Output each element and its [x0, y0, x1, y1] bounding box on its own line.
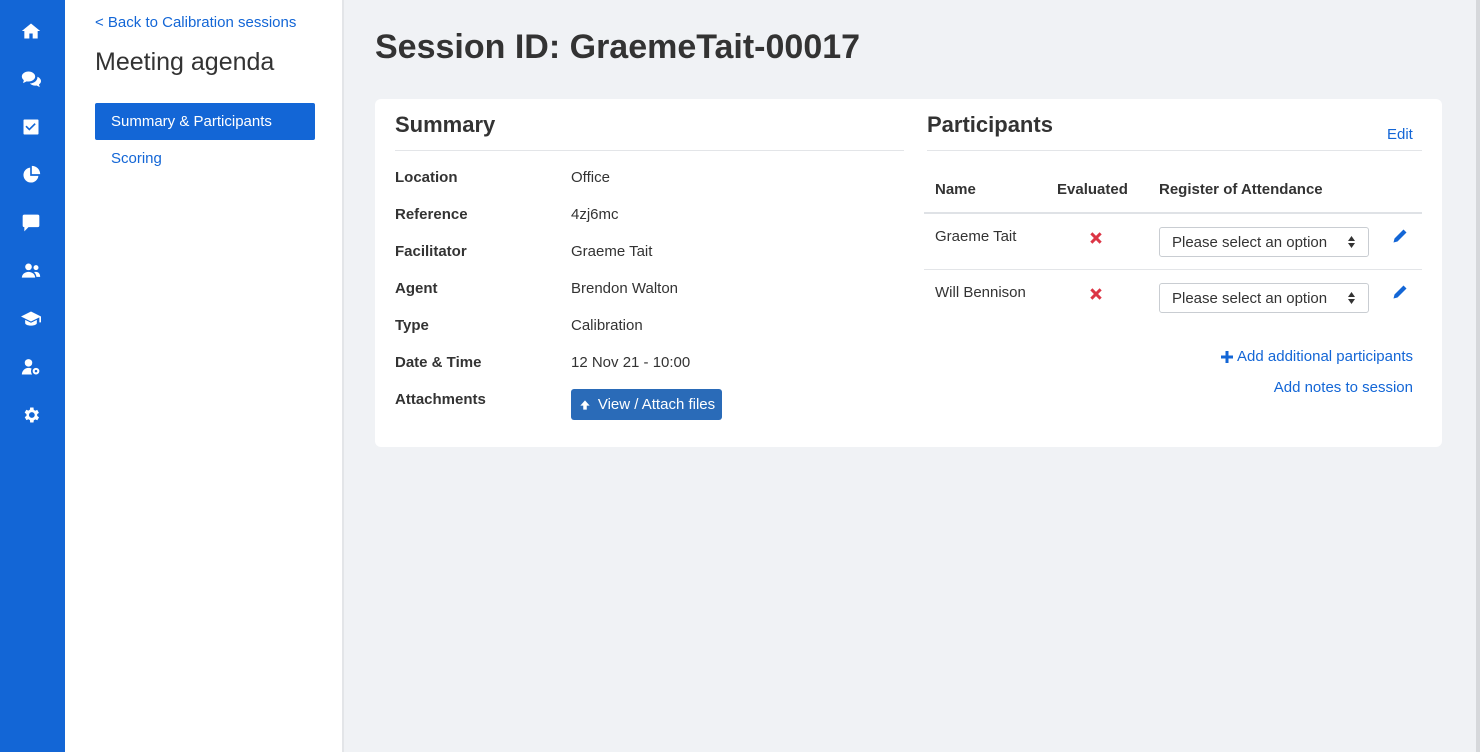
type-label: Type — [395, 317, 429, 334]
user-cog-icon[interactable] — [20, 356, 42, 378]
nav-scoring[interactable]: Scoring — [95, 140, 315, 177]
location-label: Location — [395, 169, 458, 186]
select-arrows-icon — [1348, 292, 1355, 304]
participants-heading: Participants — [927, 112, 1053, 137]
reference-label: Reference — [395, 206, 468, 223]
pie-chart-icon[interactable] — [20, 164, 42, 186]
gear-icon[interactable] — [20, 404, 42, 426]
column-header-evaluated: Evaluated — [1057, 181, 1128, 198]
view-attach-files-label: View / Attach files — [597, 396, 716, 413]
check-square-icon[interactable] — [20, 116, 42, 138]
home-icon[interactable] — [20, 20, 42, 42]
attendance-select-value: Please select an option — [1172, 289, 1328, 307]
users-icon[interactable] — [20, 260, 42, 282]
edit-participants-link[interactable]: Edit — [1387, 126, 1413, 143]
reference-value: 4zj6mc — [571, 206, 619, 223]
nav-summary-participants[interactable]: Summary & Participants — [95, 103, 315, 140]
date-time-value: 12 Nov 21 - 10:00 — [571, 354, 691, 371]
summary-divider — [395, 150, 904, 151]
cloud-upload-icon — [580, 399, 590, 410]
not-evaluated-icon — [1088, 286, 1104, 302]
select-arrows-icon — [1348, 236, 1355, 248]
attendance-select-value: Please select an option — [1172, 233, 1328, 251]
row-divider — [924, 269, 1422, 270]
column-header-name: Name — [935, 181, 976, 198]
meeting-agenda-nav: < Back to Calibration sessions Meeting a… — [65, 0, 344, 752]
back-to-calibration-link[interactable]: < Back to Calibration sessions — [95, 14, 296, 31]
comments-icon[interactable] — [20, 68, 42, 90]
page-title-prefix: Session ID: — [375, 28, 561, 66]
participant-name: Will Bennison — [935, 284, 1026, 301]
edit-pencil-icon[interactable] — [1392, 228, 1408, 244]
session-card: Summary Location Office Reference 4zj6mc… — [375, 99, 1442, 447]
subnav-title: Meeting agenda — [95, 48, 275, 76]
type-value: Calibration — [571, 317, 643, 334]
comment-icon[interactable] — [20, 212, 42, 234]
session-id-value: GraemeTait-00017 — [569, 28, 861, 66]
view-attach-files-button[interactable]: View / Attach files — [571, 389, 722, 420]
date-time-label: Date & Time — [395, 354, 482, 371]
add-participants-link[interactable]: Add additional participants — [1221, 348, 1413, 365]
facilitator-label: Facilitator — [395, 243, 467, 260]
icon-rail — [0, 0, 65, 752]
agent-label: Agent — [395, 280, 438, 297]
page-title: Session ID: GraemeTait-00017 — [375, 28, 860, 67]
facilitator-value: Graeme Tait — [571, 243, 653, 260]
edit-pencil-icon[interactable] — [1392, 284, 1408, 300]
add-participants-label: Add additional participants — [1237, 348, 1413, 365]
participants-divider — [927, 150, 1422, 151]
graduation-cap-icon[interactable] — [20, 308, 42, 330]
attendance-select[interactable]: Please select an option — [1159, 227, 1369, 257]
attachments-label: Attachments — [395, 391, 486, 408]
page-scrollbar[interactable] — [1476, 0, 1480, 752]
attendance-select[interactable]: Please select an option — [1159, 283, 1369, 313]
plus-icon — [1221, 350, 1234, 363]
not-evaluated-icon — [1088, 230, 1104, 246]
agent-value: Brendon Walton — [571, 280, 679, 297]
add-notes-link[interactable]: Add notes to session — [1274, 379, 1413, 396]
table-header-divider — [924, 212, 1422, 214]
participant-name: Graeme Tait — [935, 228, 1017, 245]
location-value: Office — [571, 169, 610, 186]
column-header-attendance: Register of Attendance — [1159, 181, 1323, 198]
summary-heading: Summary — [395, 112, 496, 137]
